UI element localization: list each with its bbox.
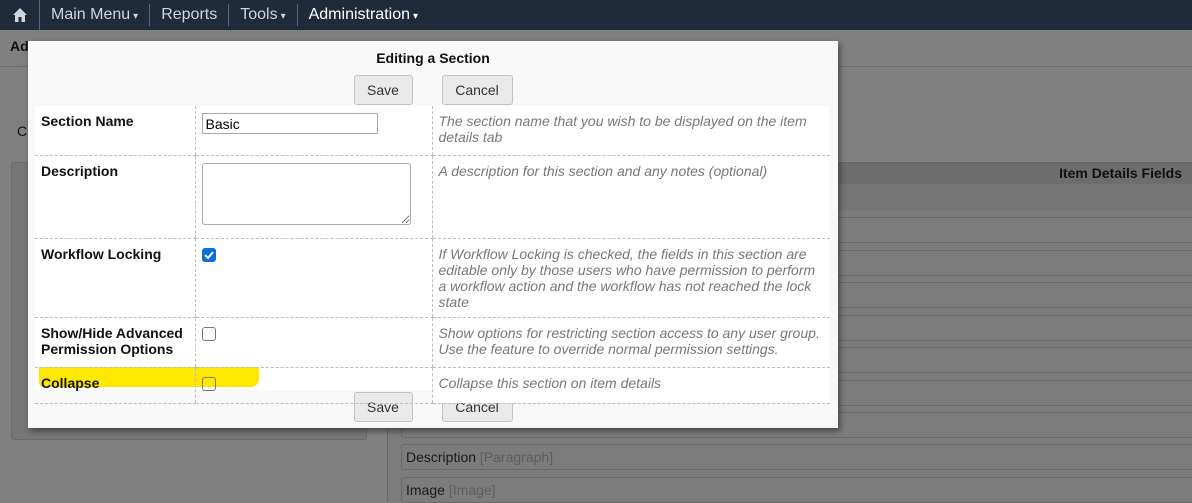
description-textarea[interactable] <box>201 162 411 225</box>
label: Section Name <box>35 106 195 156</box>
workflow-locking-checkbox[interactable] <box>201 247 216 262</box>
help-text: The section name that you wish to be dis… <box>431 106 830 156</box>
label: Show/Hide Advanced Permission Options <box>35 317 195 368</box>
edit-section-dialog: Editing a Section Save Cancel Section Na… <box>28 41 838 428</box>
form-row-advanced-permissions: Show/Hide Advanced Permission Options Sh… <box>35 317 830 368</box>
caret-down-icon: ▾ <box>412 11 419 22</box>
background-text: C <box>17 123 28 139</box>
help-text: Collapse this section on item details <box>431 367 830 404</box>
label: Collapse <box>35 367 195 404</box>
collapse-checkbox[interactable] <box>201 376 216 391</box>
section-form: Section Name The section name that you w… <box>35 106 830 404</box>
help-text: A description for this section and any n… <box>431 155 830 239</box>
nav-reports[interactable]: Reports <box>150 4 230 26</box>
nav-administration[interactable]: Administration ▾ <box>298 4 429 26</box>
section-name-input[interactable] <box>201 113 378 134</box>
help-text: If Workflow Locking is checked, the fiel… <box>431 238 830 318</box>
advanced-permissions-checkbox[interactable] <box>201 326 216 341</box>
dialog-title: Editing a Section <box>376 50 490 66</box>
page-heading: Ad <box>10 38 29 54</box>
form-row-collapse: Collapse Collapse this section on item d… <box>35 367 830 404</box>
form-row-section-name: Section Name The section name that you w… <box>35 106 830 156</box>
nav-tools[interactable]: Tools ▾ <box>229 4 298 26</box>
field-row[interactable]: Image [Image] <box>401 477 1192 503</box>
caret-down-icon: ▾ <box>280 11 286 22</box>
form-row-description: Description A description for this secti… <box>35 155 830 239</box>
form-row-workflow-locking: Workflow Locking If Workflow Locking is … <box>35 238 830 318</box>
label: Workflow Locking <box>35 238 195 318</box>
nav-main-menu[interactable]: Main Menu ▾ <box>40 4 151 26</box>
field-row[interactable]: Description [Paragraph] <box>401 444 1192 470</box>
save-button[interactable]: Save <box>353 75 413 105</box>
label: Description <box>35 155 195 239</box>
check-icon <box>203 250 214 259</box>
caret-down-icon: ▾ <box>133 11 139 22</box>
home-icon <box>12 8 27 22</box>
cancel-button[interactable]: Cancel <box>441 75 513 105</box>
help-text: Show options for restricting section acc… <box>431 317 830 368</box>
top-nav: Main Menu ▾ Reports Tools ▾ Administration… <box>0 0 1192 30</box>
home-button[interactable] <box>0 0 40 30</box>
